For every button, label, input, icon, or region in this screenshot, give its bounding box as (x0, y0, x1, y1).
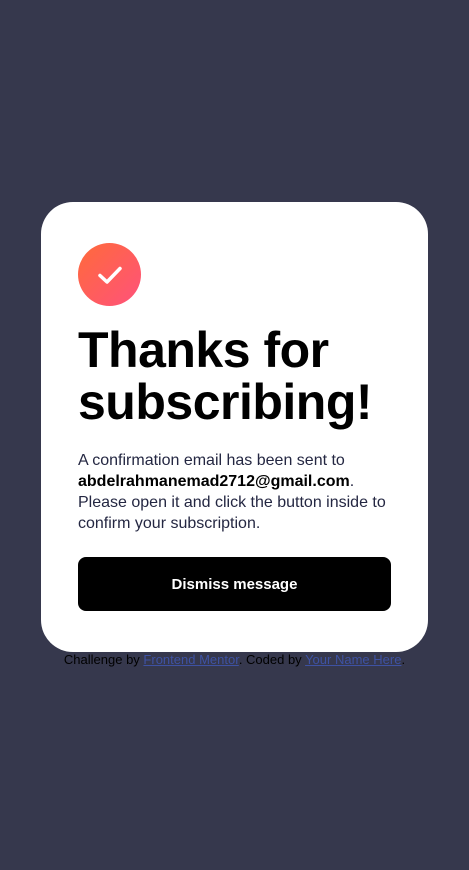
confirmation-message: A confirmation email has been sent to ab… (78, 450, 398, 534)
dismiss-message-button[interactable]: Dismiss message (78, 557, 391, 611)
frontend-mentor-link[interactable]: Frontend Mentor (143, 652, 238, 667)
attribution-prefix: Challenge by (63, 652, 144, 667)
message-prefix: A confirmation email has been sent to (78, 452, 345, 469)
attribution-middle: . Coded by (238, 652, 306, 667)
author-link[interactable]: Your Name Here (305, 652, 401, 667)
attribution: Challenge by Frontend Mentor. Coded by Y… (0, 652, 469, 668)
success-check-icon (78, 243, 141, 306)
checkmark-icon (97, 266, 122, 284)
subscriber-email: abdelrahmanemad2712@gmail.com (78, 473, 350, 490)
success-card: Thanks for subscribing! A confirmation e… (41, 202, 428, 652)
page-title: Thanks for subscribing! (78, 322, 373, 430)
attribution-suffix: . (401, 652, 406, 667)
